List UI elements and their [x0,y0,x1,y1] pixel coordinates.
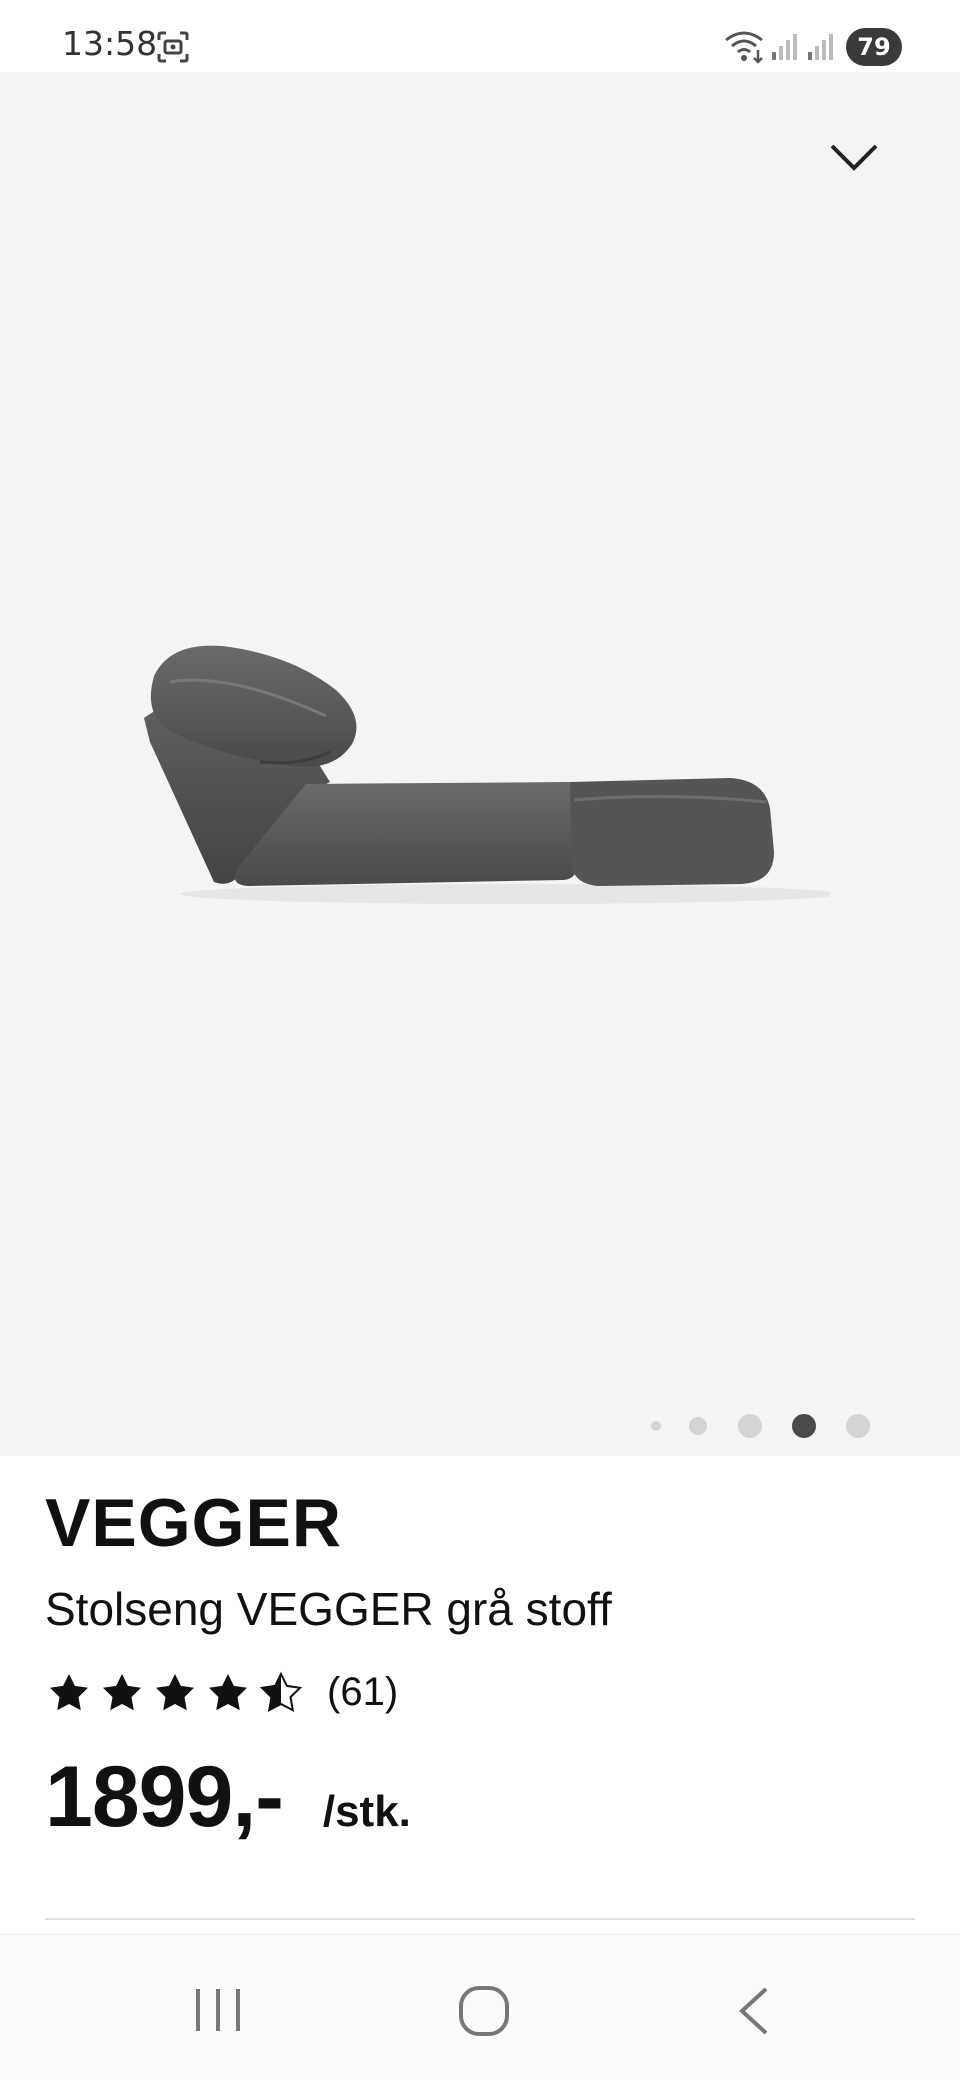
status-bar: 13:58 79 [0,0,960,72]
rating-row[interactable]: (61) [45,1664,398,1720]
price-unit: /stk. [322,1787,411,1836]
product-image [144,645,830,904]
divider [45,1918,915,1920]
carousel-dot [738,1414,762,1438]
star-full-icon [50,1674,88,1711]
screenshot-icon [157,31,189,63]
chevron-down-icon[interactable] [828,140,880,176]
product-name: VEGGER [45,1485,342,1561]
carousel-dot-active [792,1414,816,1438]
star-full-icon [156,1674,194,1711]
carousel-dots[interactable] [640,1408,880,1444]
rating-stars-icon [50,1673,301,1712]
star-full-icon [209,1674,247,1711]
star-full-icon [103,1674,141,1711]
carousel-dot [846,1414,870,1438]
star-half-icon [261,1673,301,1712]
recents-icon[interactable] [190,1985,246,2035]
back-icon[interactable] [734,1985,774,2037]
product-screen: 13:58 79 VEGGER Stolseng VEGGER grå stof… [0,0,960,2080]
wifi-icon [725,31,763,64]
carousel-dot [689,1417,707,1435]
status-time: 13:58 [62,24,158,63]
navigation-bar [0,1934,960,2080]
signal-icon [808,34,833,60]
rating-count[interactable]: (61) [327,1670,398,1715]
product-description: Stolseng VEGGER grå stoff [45,1583,612,1635]
product-image-gallery[interactable] [0,72,960,1456]
price-row: 1899,- /stk. [45,1748,411,1847]
battery-level: 79 [857,33,891,61]
carousel-dot [651,1421,661,1431]
signal-icon [772,34,797,60]
price-value: 1899,- [45,1749,284,1845]
battery-indicator: 79 [846,28,902,66]
home-icon[interactable] [456,1983,512,2039]
